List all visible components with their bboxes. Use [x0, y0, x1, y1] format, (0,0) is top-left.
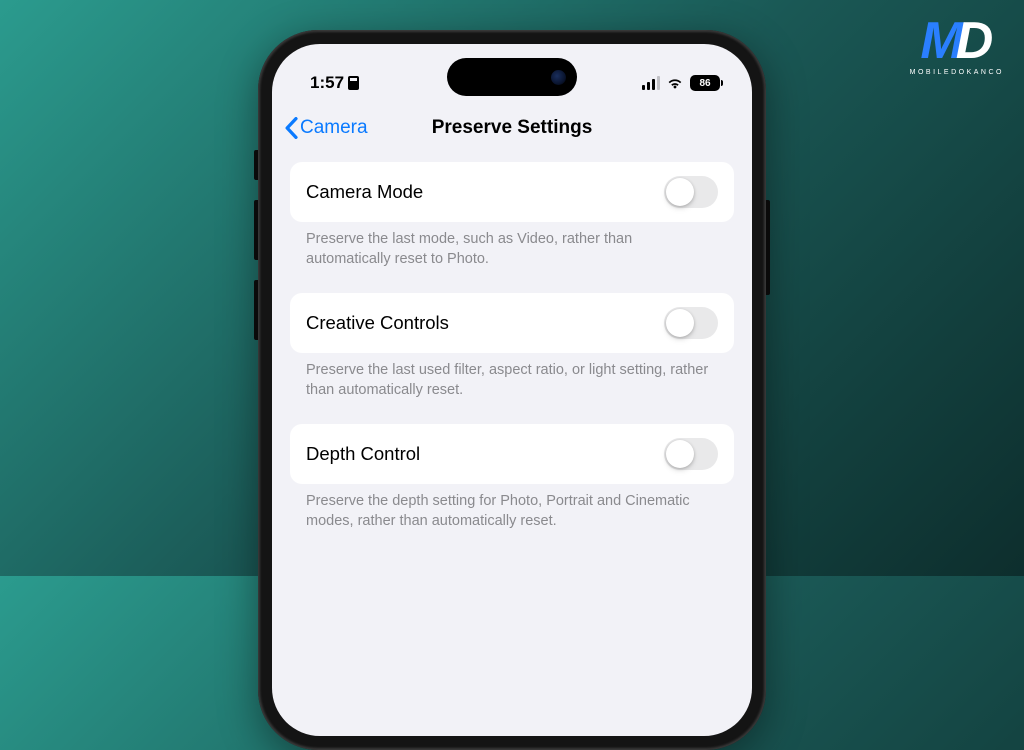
setting-cell-camera-mode[interactable]: Camera Mode	[290, 162, 734, 222]
navigation-bar: Camera Preserve Settings	[272, 104, 752, 152]
phone-mute-switch	[254, 150, 258, 180]
toggle-knob	[666, 440, 694, 468]
watermark-letter-d: D	[956, 15, 994, 67]
battery-percentage: 86	[699, 78, 710, 89]
setting-label: Camera Mode	[306, 181, 423, 203]
setting-description: Preserve the last used filter, aspect ra…	[290, 353, 734, 400]
setting-description: Preserve the last mode, such as Video, r…	[290, 222, 734, 269]
toggle-creative-controls[interactable]	[664, 307, 718, 339]
back-button-label: Camera	[300, 117, 368, 139]
setting-group-depth-control: Depth Control Preserve the depth setting…	[290, 424, 734, 531]
setting-description: Preserve the depth setting for Photo, Po…	[290, 484, 734, 531]
settings-content: Camera Mode Preserve the last mode, such…	[272, 152, 752, 531]
setting-label: Creative Controls	[306, 312, 449, 334]
setting-cell-depth-control[interactable]: Depth Control	[290, 424, 734, 484]
back-button[interactable]: Camera	[284, 117, 368, 139]
phone-volume-up	[254, 200, 258, 260]
phone-frame: 1:57 86 Camera P	[258, 30, 766, 750]
toggle-camera-mode[interactable]	[664, 176, 718, 208]
toggle-depth-control[interactable]	[664, 438, 718, 470]
battery-indicator: 86	[690, 75, 720, 91]
watermark-text: MOBILEDOKANCO	[910, 69, 1004, 76]
front-camera-icon	[551, 70, 566, 85]
toggle-knob	[666, 178, 694, 206]
cellular-signal-icon	[642, 76, 661, 90]
setting-group-creative-controls: Creative Controls Preserve the last used…	[290, 293, 734, 400]
chevron-left-icon	[284, 117, 298, 139]
setting-cell-creative-controls[interactable]: Creative Controls	[290, 293, 734, 353]
phone-volume-down	[254, 280, 258, 340]
wifi-icon	[666, 76, 684, 90]
watermark-logo: M D MOBILEDOKANCO	[910, 15, 1004, 76]
setting-label: Depth Control	[306, 443, 420, 465]
phone-screen: 1:57 86 Camera P	[272, 44, 752, 736]
phone-power-button	[766, 200, 770, 295]
status-time: 1:57	[310, 73, 344, 93]
toggle-knob	[666, 309, 694, 337]
sim-card-icon	[348, 76, 359, 90]
setting-group-camera-mode: Camera Mode Preserve the last mode, such…	[290, 162, 734, 269]
dynamic-island	[447, 58, 577, 96]
